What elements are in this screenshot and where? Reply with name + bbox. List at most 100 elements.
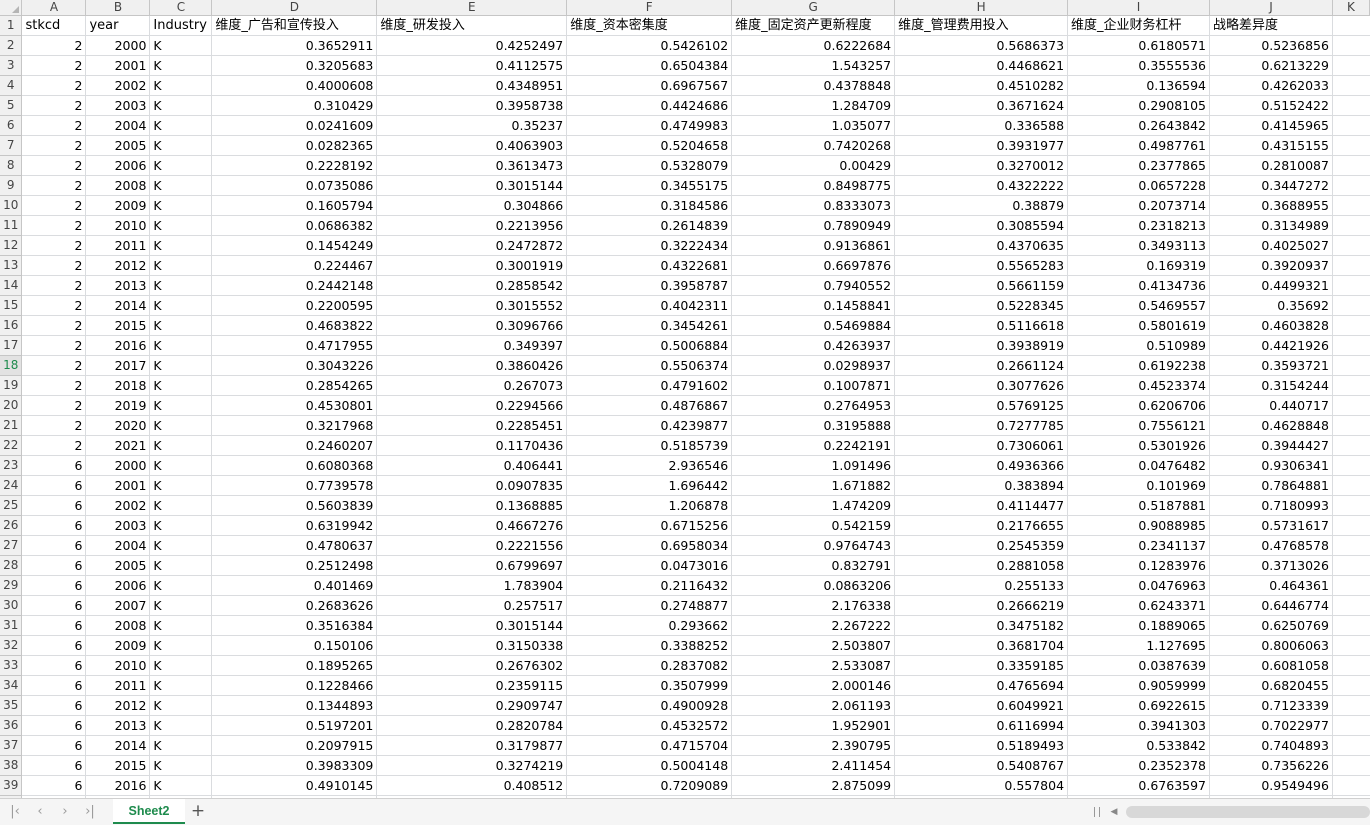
data-cell[interactable]: 0.3015144 [376, 175, 568, 196]
data-cell[interactable]: 0.7739578 [211, 475, 378, 496]
data-cell[interactable]: 0.8498775 [731, 175, 896, 196]
data-cell[interactable]: 0.336588 [894, 115, 1069, 136]
empty-cell[interactable] [1332, 755, 1370, 776]
empty-cell[interactable] [1332, 635, 1370, 656]
empty-cell[interactable] [1332, 455, 1370, 476]
data-cell[interactable]: 2 [21, 435, 87, 456]
data-cell[interactable]: 0.440717 [1209, 395, 1333, 416]
data-cell[interactable]: 0.408512 [376, 775, 568, 796]
data-cell[interactable]: 0.3359185 [894, 655, 1069, 676]
data-cell[interactable]: 0.2643842 [1067, 115, 1211, 136]
data-cell[interactable]: 0.0473016 [566, 555, 733, 576]
data-cell[interactable]: 2020 [85, 415, 151, 436]
data-cell[interactable]: 0.4252497 [376, 35, 568, 56]
scrollbar-thumb[interactable] [1126, 806, 1370, 818]
data-cell[interactable]: 0.6799697 [376, 555, 568, 576]
data-cell[interactable]: 0.349397 [376, 335, 568, 356]
data-cell[interactable]: 0.5408767 [894, 755, 1069, 776]
data-cell[interactable]: 2 [21, 275, 87, 296]
data-cell[interactable]: 0.9059999 [1067, 675, 1211, 696]
empty-cell[interactable] [1332, 575, 1370, 596]
data-cell[interactable]: 0.4900928 [566, 695, 733, 716]
data-cell[interactable]: K [149, 635, 213, 656]
data-cell[interactable]: 0.4468621 [894, 55, 1069, 76]
empty-cell[interactable] [1332, 275, 1370, 296]
data-cell[interactable]: 0.293662 [566, 615, 733, 636]
data-cell[interactable]: 0.150106 [211, 635, 378, 656]
data-cell[interactable]: 0.510989 [1067, 335, 1211, 356]
data-cell[interactable]: 0.4378848 [731, 75, 896, 96]
data-cell[interactable]: 0.5301926 [1067, 435, 1211, 456]
data-cell[interactable]: 0.2810087 [1209, 155, 1333, 176]
data-cell[interactable]: 0.224467 [211, 255, 378, 276]
empty-cell[interactable] [1332, 415, 1370, 436]
header-cell[interactable]: 维度_固定资产更新程度 [731, 15, 896, 36]
data-cell[interactable]: K [149, 55, 213, 76]
empty-cell[interactable] [1332, 355, 1370, 376]
data-cell[interactable]: K [149, 395, 213, 416]
empty-cell[interactable] [1332, 235, 1370, 256]
data-cell[interactable]: 0.6222684 [731, 35, 896, 56]
add-sheet-icon[interactable]: + [189, 802, 207, 820]
row-header[interactable]: 28 [0, 555, 23, 576]
data-cell[interactable]: K [149, 115, 213, 136]
data-cell[interactable]: 2019 [85, 395, 151, 416]
data-cell[interactable]: 0.2820784 [376, 715, 568, 736]
data-cell[interactable]: 0.7209089 [566, 775, 733, 796]
data-cell[interactable]: 0.3134989 [1209, 215, 1333, 236]
data-cell[interactable]: 2 [21, 215, 87, 236]
data-cell[interactable]: 0.4322222 [894, 175, 1069, 196]
data-cell[interactable]: 6 [21, 635, 87, 656]
data-cell[interactable]: 0.2666219 [894, 595, 1069, 616]
data-cell[interactable]: 0.2200595 [211, 295, 378, 316]
row-header[interactable]: 3 [0, 55, 23, 76]
data-cell[interactable]: 1.696442 [566, 475, 733, 496]
data-cell[interactable]: 0.6180571 [1067, 35, 1211, 56]
data-cell[interactable]: 0.4987761 [1067, 135, 1211, 156]
row-header[interactable]: 39 [0, 775, 23, 796]
data-cell[interactable]: 0.4063903 [376, 135, 568, 156]
data-cell[interactable]: 0.5197201 [211, 715, 378, 736]
data-cell[interactable]: 0.3652911 [211, 35, 378, 56]
data-cell[interactable]: 2.503807 [731, 635, 896, 656]
data-cell[interactable]: K [149, 135, 213, 156]
data-cell[interactable]: 0.2359115 [376, 675, 568, 696]
data-cell[interactable]: 0.304866 [376, 195, 568, 216]
data-cell[interactable]: K [149, 235, 213, 256]
data-cell[interactable]: 0.3217968 [211, 415, 378, 436]
data-cell[interactable]: 0.6820455 [1209, 675, 1333, 696]
data-cell[interactable]: 0.3179877 [376, 735, 568, 756]
header-cell[interactable]: 维度_资本密集度 [566, 15, 733, 36]
row-header[interactable]: 34 [0, 675, 23, 696]
empty-cell[interactable] [1332, 475, 1370, 496]
data-cell[interactable]: 2 [21, 55, 87, 76]
data-cell[interactable]: K [149, 655, 213, 676]
horizontal-scrollbar[interactable] [1124, 806, 1370, 818]
data-cell[interactable]: 0.8333073 [731, 195, 896, 216]
row-header[interactable]: 38 [0, 755, 23, 776]
data-cell[interactable]: 1.091496 [731, 455, 896, 476]
data-cell[interactable]: 0.1889065 [1067, 615, 1211, 636]
data-cell[interactable]: 0.0907835 [376, 475, 568, 496]
data-cell[interactable]: 0.9306341 [1209, 455, 1333, 476]
data-cell[interactable]: 0.4603828 [1209, 315, 1333, 336]
data-cell[interactable]: K [149, 95, 213, 116]
data-cell[interactable]: 0.4134736 [1067, 275, 1211, 296]
data-cell[interactable]: K [149, 175, 213, 196]
data-cell[interactable]: 0.5603839 [211, 495, 378, 516]
data-cell[interactable]: 0.4749983 [566, 115, 733, 136]
data-cell[interactable]: 2009 [85, 195, 151, 216]
data-cell[interactable]: 0.9136861 [731, 235, 896, 256]
data-cell[interactable]: K [149, 675, 213, 696]
data-cell[interactable]: 0.3688955 [1209, 195, 1333, 216]
data-cell[interactable]: 0.2460207 [211, 435, 378, 456]
data-cell[interactable]: 0.4876867 [566, 395, 733, 416]
data-cell[interactable]: K [149, 255, 213, 276]
data-cell[interactable]: 0.7180993 [1209, 495, 1333, 516]
empty-cell[interactable] [1332, 555, 1370, 576]
empty-cell[interactable] [1332, 535, 1370, 556]
data-cell[interactable]: 6 [21, 655, 87, 676]
data-cell[interactable]: 0.7306061 [894, 435, 1069, 456]
data-cell[interactable]: 0.3555536 [1067, 55, 1211, 76]
data-cell[interactable]: 0.4424686 [566, 95, 733, 116]
